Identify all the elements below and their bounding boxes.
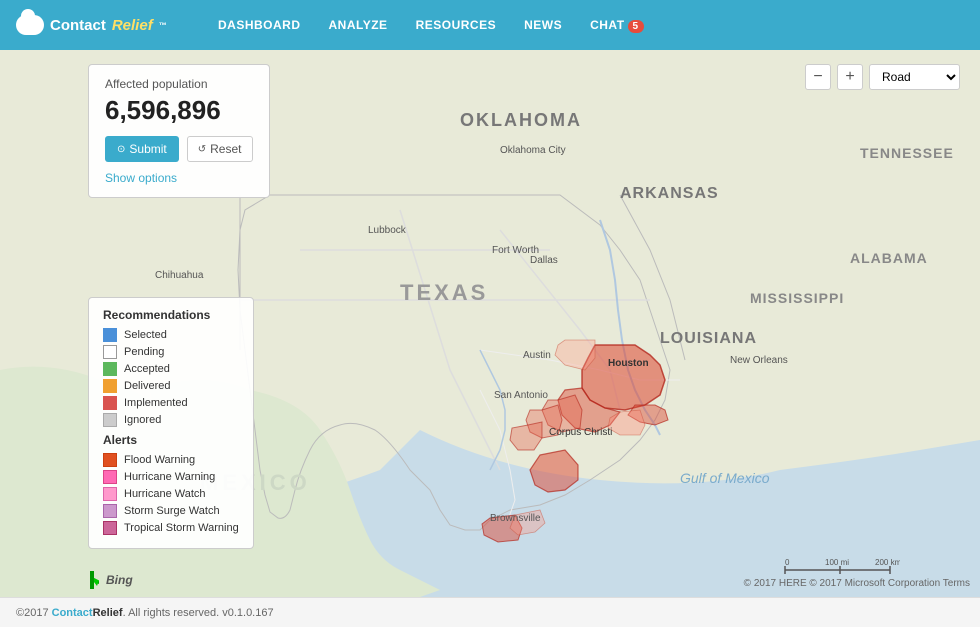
zoom-in-button[interactable]: + bbox=[837, 64, 863, 90]
legend-accepted: Accepted bbox=[103, 362, 239, 376]
nav-chat[interactable]: CHAT5 bbox=[578, 12, 656, 38]
legend-ignored: Ignored bbox=[103, 413, 239, 427]
legend-flood-color bbox=[103, 453, 117, 467]
scale-bar: 0 100 mi 200 km bbox=[780, 556, 900, 579]
footer-version: v0.1.0.167 bbox=[222, 607, 273, 619]
svg-text:200 km: 200 km bbox=[875, 558, 900, 567]
legend-hurricane-warning-color bbox=[103, 470, 117, 484]
legend-selected: Selected bbox=[103, 328, 239, 342]
logo-cloud-icon bbox=[16, 15, 44, 35]
legend-hurricane-watch-color bbox=[103, 487, 117, 501]
legend-delivered: Delivered bbox=[103, 379, 239, 393]
header: Contact Relief ™ DASHBOARD ANALYZE RESOURC… bbox=[0, 0, 980, 50]
population-label: Affected population bbox=[105, 77, 253, 91]
logo-text-contact: Contact bbox=[50, 17, 106, 34]
footer: ©2017 ContactRelief. All rights reserved… bbox=[0, 597, 980, 627]
footer-copyright: ©2017 bbox=[16, 607, 49, 619]
legend-implemented: Implemented bbox=[103, 396, 239, 410]
map-container[interactable]: OKLAHOMA TEXAS ARKANSAS LOUISIANA MISSIS… bbox=[0, 50, 980, 597]
svg-text:100 mi: 100 mi bbox=[825, 558, 849, 567]
bing-text: Bing bbox=[106, 573, 133, 587]
submit-button[interactable]: ⊙ Submit bbox=[105, 136, 179, 162]
footer-relief: Relief bbox=[93, 607, 123, 619]
legend-implemented-color bbox=[103, 396, 117, 410]
population-value: 6,596,896 bbox=[105, 95, 253, 126]
bing-icon bbox=[88, 571, 102, 589]
map-copyright: © 2017 HERE © 2017 Microsoft Corporation… bbox=[744, 578, 970, 589]
nav-analyze[interactable]: ANALYZE bbox=[317, 12, 400, 38]
legend-tropical-storm-color bbox=[103, 521, 117, 535]
legend-hurricane-watch: Hurricane Watch bbox=[103, 487, 239, 501]
nav-resources[interactable]: RESOURCES bbox=[404, 12, 509, 38]
logo-text-relief: Relief bbox=[112, 17, 153, 34]
nav-dashboard[interactable]: DASHBOARD bbox=[206, 12, 313, 38]
population-buttons: ⊙ Submit ↺ Reset bbox=[105, 136, 253, 162]
legend-storm-surge-watch: Storm Surge Watch bbox=[103, 504, 239, 518]
map-type-select[interactable]: Road Aerial Bird's eye bbox=[869, 64, 960, 90]
legend-storm-surge-color bbox=[103, 504, 117, 518]
legend-hurricane-warning: Hurricane Warning bbox=[103, 470, 239, 484]
nav-news[interactable]: NEWS bbox=[512, 12, 574, 38]
legend-flood-warning: Flood Warning bbox=[103, 453, 239, 467]
scale-bar-svg: 0 100 mi 200 km bbox=[780, 556, 900, 576]
legend-pending: Pending bbox=[103, 345, 239, 359]
bing-logo: Bing bbox=[88, 571, 133, 589]
legend-selected-color bbox=[103, 328, 117, 342]
footer-contact: Contact bbox=[52, 607, 93, 619]
svg-text:0: 0 bbox=[785, 558, 790, 567]
alerts-title: Alerts bbox=[103, 433, 239, 447]
legend-pending-color bbox=[103, 345, 117, 359]
population-panel: Affected population 6,596,896 ⊙ Submit ↺… bbox=[88, 64, 270, 198]
recommendations-title: Recommendations bbox=[103, 308, 239, 322]
legend-delivered-color bbox=[103, 379, 117, 393]
footer-rights: . All rights reserved. bbox=[123, 607, 220, 619]
main-nav: DASHBOARD ANALYZE RESOURCES NEWS CHAT5 bbox=[206, 12, 964, 38]
logo-tm: ™ bbox=[159, 21, 167, 30]
zoom-out-button[interactable]: − bbox=[805, 64, 831, 90]
legend-tropical-storm: Tropical Storm Warning bbox=[103, 521, 239, 535]
legend-ignored-color bbox=[103, 413, 117, 427]
logo-area: Contact Relief ™ bbox=[16, 15, 186, 35]
legend-accepted-color bbox=[103, 362, 117, 376]
map-controls: − + Road Aerial Bird's eye bbox=[805, 64, 960, 90]
reset-button[interactable]: ↺ Reset bbox=[187, 136, 253, 162]
chat-badge: 5 bbox=[628, 20, 644, 33]
show-options-link[interactable]: Show options bbox=[105, 171, 177, 185]
legend-panel: Recommendations Selected Pending Accepte… bbox=[88, 297, 254, 549]
